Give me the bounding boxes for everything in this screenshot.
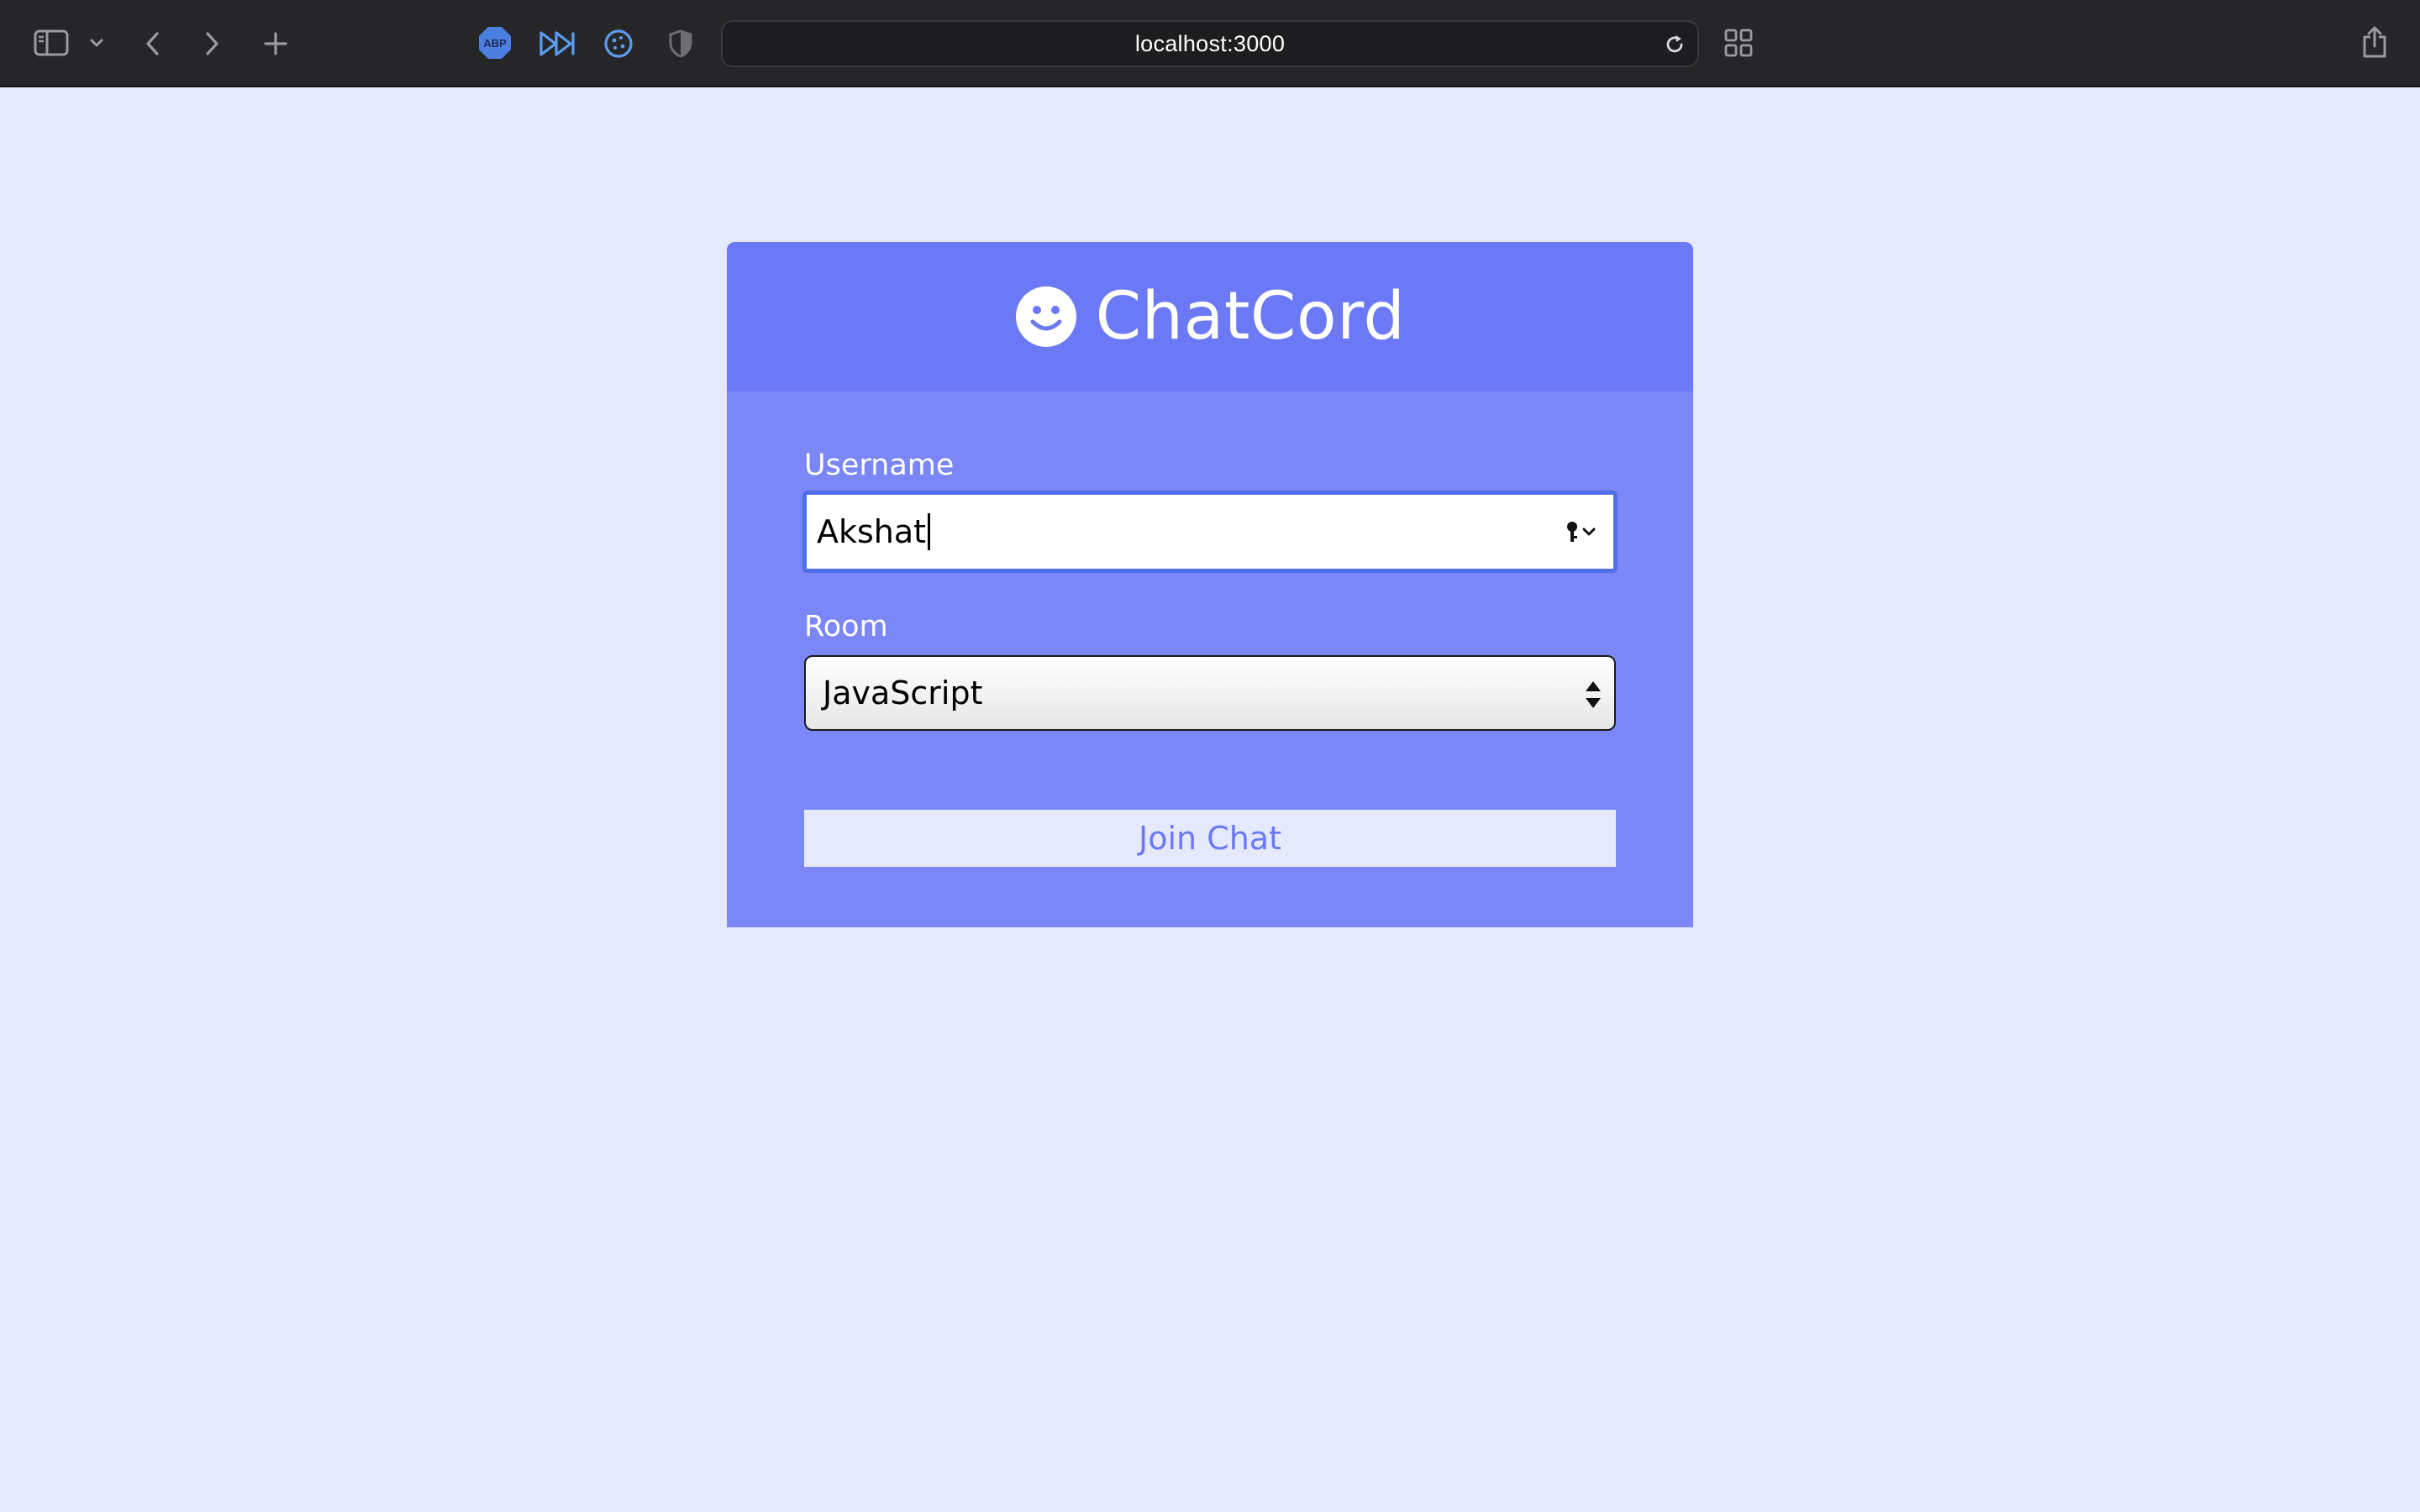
abp-extension-icon[interactable]: ABP [477,25,513,60]
room-label: Room [804,610,888,643]
tab-overview-icon[interactable] [1723,27,1754,59]
back-icon[interactable] [139,27,165,60]
browser-toolbar: ABP localhost:3000 [0,0,2420,87]
app-title: ChatCord [1095,279,1406,354]
chevron-down-icon[interactable] [87,34,106,52]
join-chat-button[interactable]: Join Chat [804,810,1616,867]
room-selected-value: JavaScript [823,675,983,711]
join-card: ChatCord Username Akshat Room JavaScript… [727,242,1693,927]
shield-extension-icon[interactable] [666,26,696,61]
room-select[interactable]: JavaScript [804,655,1616,731]
smile-icon [1015,286,1076,347]
reload-icon[interactable] [1664,34,1686,60]
select-arrows-icon [1582,679,1604,715]
svg-text:ABP: ABP [483,37,507,50]
sidebar-icon[interactable] [32,25,71,60]
username-input[interactable]: Akshat [802,491,1618,573]
forward-icon[interactable] [200,27,225,60]
username-value: Akshat [817,513,927,550]
url-text: localhost:3000 [1134,30,1286,56]
share-icon[interactable] [2360,24,2390,60]
address-bar[interactable]: localhost:3000 [721,20,1699,67]
password-key-icon[interactable] [1565,520,1598,549]
new-tab-icon[interactable] [260,27,291,60]
username-label: Username [804,449,955,482]
cookie-extension-icon[interactable] [601,26,636,61]
text-caret [928,513,931,550]
card-header: ChatCord [727,242,1693,391]
fast-forward-extension-icon[interactable] [538,27,576,60]
